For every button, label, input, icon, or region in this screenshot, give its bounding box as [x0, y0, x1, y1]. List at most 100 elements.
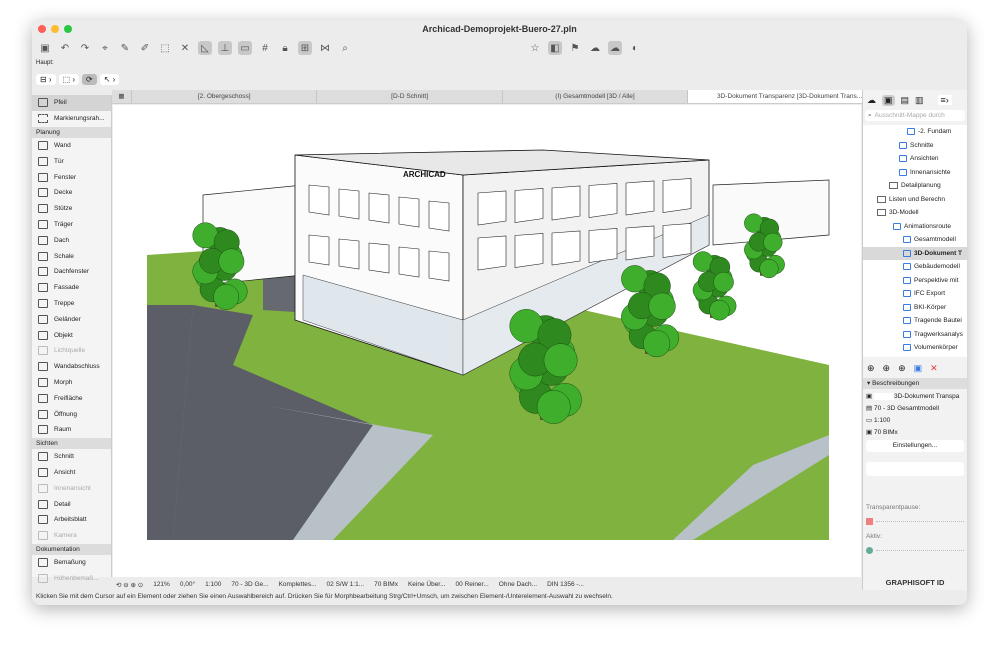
tool-item[interactable]: Ansicht [32, 465, 111, 481]
settings-button[interactable]: Einstellungen... [866, 440, 964, 452]
tool-marquee[interactable]: Markierungsrah... [32, 111, 111, 127]
split-icon[interactable]: ⋈ [318, 41, 332, 55]
scale-value[interactable]: 1:100 [205, 581, 221, 588]
tree-item[interactable]: IFC Export [863, 287, 967, 301]
active-slider[interactable] [866, 543, 964, 557]
tool-item[interactable]: Wand [32, 138, 111, 154]
tool-item[interactable]: Bemaßung [32, 555, 111, 571]
tool-pfeil[interactable]: Pfeil [32, 95, 111, 111]
new-folder-icon[interactable]: ⊕ [898, 363, 906, 374]
tab-floor-plan[interactable]: [2. Obergeschoss] [132, 90, 318, 103]
tab-section[interactable]: [D-D Schnitt] [317, 90, 503, 103]
tree-item[interactable]: Listen und Berechn [863, 193, 967, 207]
tree-item[interactable]: Tragwerksanalys [863, 328, 967, 342]
3d-viewport[interactable]: ARCHICAD [113, 105, 861, 577]
pick-up-icon[interactable]: ⌖ [98, 41, 112, 55]
tool-item[interactable]: Fenster [32, 169, 111, 185]
tool-item[interactable]: Dachfenster [32, 264, 111, 280]
tool-item[interactable]: Träger [32, 217, 111, 233]
gravity-icon[interactable]: ▭ [238, 41, 252, 55]
angle-value[interactable]: 0,00° [180, 581, 195, 588]
syringe-icon[interactable]: ✐ [138, 41, 152, 55]
tool-item[interactable]: Geländer [32, 311, 111, 327]
favorites-icon[interactable]: ☆ [528, 41, 542, 55]
tree-item[interactable]: Animationsroute [863, 220, 967, 234]
tree-item[interactable]: Perspektive mit [863, 274, 967, 288]
tool-item[interactable]: Freifläche [32, 390, 111, 406]
tool-item[interactable]: Öffnung [32, 406, 111, 422]
tool-item[interactable]: Schnitt [32, 449, 111, 465]
tree-item[interactable]: Ansichten [863, 152, 967, 166]
view-name-row[interactable]: ▣ 3D-Dokument Transpa [866, 391, 964, 403]
tree-item[interactable]: Gesamtmodell [863, 233, 967, 247]
tool-item[interactable]: Raum [32, 422, 111, 438]
tool-item[interactable]: Objekt [32, 327, 111, 343]
layer-selector[interactable]: ⊟ › [36, 74, 56, 85]
section-1-header[interactable]: Sichten [32, 437, 111, 449]
tool-item[interactable]: Lichtquelle [32, 343, 111, 359]
tool-item[interactable]: Arbeitsblatt [32, 512, 111, 528]
tree-item[interactable]: BKI-Körper [863, 301, 967, 315]
layer-combo-status[interactable]: 70 - 3D Ge... [231, 581, 268, 588]
tool-item[interactable]: Kamera [32, 528, 111, 544]
shading-icon[interactable]: ◐ [628, 41, 642, 55]
descriptions-header[interactable]: ▾ Beschreibungen [863, 378, 967, 389]
tree-item[interactable]: 3D-Modell [863, 206, 967, 220]
section-0-header[interactable]: Planung [32, 126, 111, 138]
snap-icon[interactable]: ◺ [198, 41, 212, 55]
tree-item[interactable]: 3D-Dokument T [863, 246, 967, 260]
save-view-icon[interactable]: ⊕ [883, 363, 891, 374]
grid-icon[interactable]: # [258, 41, 272, 55]
guide-icon[interactable]: ✕ [178, 41, 192, 55]
tool-item[interactable]: Decke [32, 185, 111, 201]
view-icon[interactable]: ◧ [548, 41, 562, 55]
suspend-groups-icon[interactable]: ⊞ [298, 41, 312, 55]
tab-overview[interactable]: ▦ [112, 90, 132, 103]
delete-icon[interactable]: ✕ [930, 363, 938, 374]
renovation-status[interactable]: 00 Reiner... [456, 581, 489, 588]
tool-item[interactable]: Morph [32, 375, 111, 391]
undo-zoom-icon[interactable]: ⟲ ⊖ ⊕ ⊙ [116, 581, 143, 589]
teamwork-icon[interactable]: ☁ [588, 41, 602, 55]
view-map-icon[interactable]: ▣ [882, 94, 895, 106]
transparent-slider[interactable] [866, 514, 964, 528]
structure-status[interactable]: 02 S/W 1:1... [327, 581, 365, 588]
eyedropper-icon[interactable]: ✎ [118, 41, 132, 55]
tree-item[interactable]: Tragende Bautei [863, 314, 967, 328]
tree-item[interactable]: Schnitte [863, 139, 967, 153]
tool-item[interactable]: Stütze [32, 201, 111, 217]
new-view-icon[interactable]: ⊕ [867, 363, 875, 374]
tool-item[interactable]: Tür [32, 153, 111, 169]
tree-item[interactable]: -2. Fundam [863, 125, 967, 139]
redo-icon[interactable]: ↷ [78, 41, 92, 55]
override-status[interactable]: Keine Über... [408, 581, 446, 588]
tool-item[interactable]: Schale [32, 248, 111, 264]
magic-wand-icon[interactable]: ⬚ [158, 41, 172, 55]
zoom-value[interactable]: 121% [153, 581, 170, 588]
project-map-icon[interactable]: ☁ [867, 95, 876, 106]
standard-status[interactable]: DIN 1356 -... [547, 581, 584, 588]
tree-item[interactable]: Innenansichte [863, 166, 967, 180]
flag-icon[interactable]: ⚑ [568, 41, 582, 55]
view-option-selector[interactable] [866, 462, 964, 476]
tool-item[interactable]: Dach [32, 232, 111, 248]
navigator-search[interactable]: ⌕ Ausschnitt-Mappe durch [865, 110, 965, 121]
tree-item[interactable]: Detailplanung [863, 179, 967, 193]
graphisoft-id[interactable]: GRAPHISOFT ID [863, 578, 967, 587]
publisher-icon[interactable]: ▥ [915, 95, 924, 106]
zoom-button[interactable] [64, 25, 72, 33]
settings-icon[interactable]: ▣ [914, 363, 923, 374]
element-selector[interactable]: ⬚ › [58, 74, 80, 85]
grid-snap-icon[interactable]: ⊥ [218, 41, 232, 55]
lock-icon[interactable]: 🔒︎ [278, 41, 292, 55]
rotate-button[interactable]: ⟳ [82, 74, 97, 85]
save-icon[interactable]: ▣ [38, 41, 52, 55]
tree-item[interactable]: Volumenkörper [863, 341, 967, 355]
minimize-button[interactable] [51, 25, 59, 33]
render-icon[interactable]: ☁ [608, 41, 622, 55]
tool-item[interactable]: Wandabschluss [32, 359, 111, 375]
close-button[interactable] [38, 25, 46, 33]
tree-item[interactable]: Gebäudemodell [863, 260, 967, 274]
undo-icon[interactable]: ↶ [58, 41, 72, 55]
section-2-header[interactable]: Dokumentation [32, 543, 111, 555]
